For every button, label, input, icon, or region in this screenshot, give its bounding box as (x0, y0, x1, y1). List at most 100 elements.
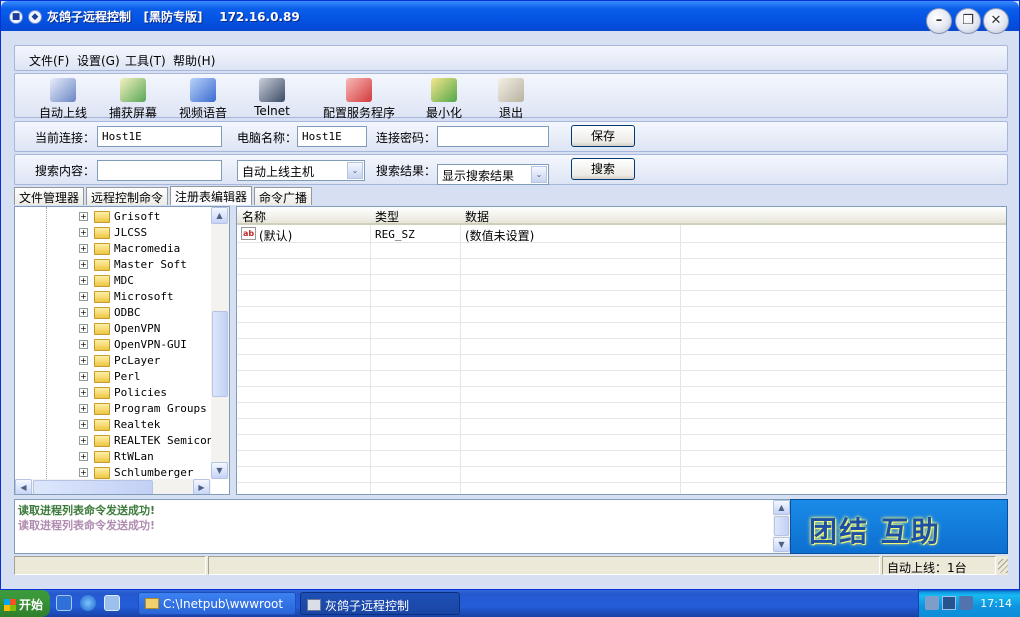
expand-icon[interactable]: + (79, 324, 88, 333)
minimize-button[interactable]: – (926, 8, 952, 34)
restore-button[interactable]: ❐ (955, 8, 981, 34)
tree-item[interactable]: + Realtek (15, 417, 215, 433)
tree-item[interactable]: + Grisoft (15, 209, 215, 225)
resize-grip-icon[interactable] (998, 559, 1008, 573)
lan-icon[interactable] (959, 596, 973, 610)
tree-item-label: Macromedia (114, 242, 181, 255)
tab-remote-commands[interactable]: 远程控制命令 (86, 187, 168, 205)
tree-hscroll-thumb[interactable] (33, 480, 153, 494)
menu-file[interactable]: 文件(F) (29, 52, 69, 69)
menu-settings[interactable]: 设置(G) (77, 52, 120, 69)
password-field[interactable] (437, 126, 549, 147)
chevron-down-icon[interactable]: ⌄ (347, 162, 363, 179)
clock[interactable]: 17:14 (980, 597, 1012, 610)
auto-online-label: 自动上线 (38, 106, 87, 120)
tree-item[interactable]: + Master Soft (15, 257, 215, 273)
tree-item[interactable]: + JLCSS (15, 225, 215, 241)
expand-icon[interactable]: + (79, 468, 88, 477)
expand-icon[interactable]: + (79, 452, 88, 461)
tree-item[interactable]: + RtWLan (15, 449, 215, 465)
tree-item[interactable]: + Microsoft (15, 289, 215, 305)
tree-horizontal-scrollbar[interactable]: ◀ ▶ (15, 479, 211, 494)
tree-item[interactable]: + Perl (15, 369, 215, 385)
column-header-type[interactable]: 类型 (370, 207, 460, 225)
expand-icon[interactable]: + (79, 420, 88, 429)
window-menu-icon[interactable]: ■ (9, 10, 23, 24)
tree-item[interactable]: + MDC (15, 273, 215, 289)
start-button[interactable]: 开始 (0, 590, 50, 617)
tree-item[interactable]: + Policies (15, 385, 215, 401)
column-divider (680, 225, 681, 494)
list-row[interactable]: ab (默认) REG_SZ (数值未设置) (237, 226, 1006, 243)
auto-online-button[interactable]: 自动上线 (35, 78, 91, 121)
host-select[interactable]: 自动上线主机 ⌄ (237, 160, 365, 181)
expand-icon[interactable]: + (79, 212, 88, 221)
expand-icon[interactable]: + (79, 388, 88, 397)
registry-values-list[interactable]: 名称 类型 数据 ab (默认) REG_SZ (数值未设置) (236, 206, 1007, 495)
title-bar[interactable]: ■ ◆ 灰鸽子远程控制 [黑防专版] 172.16.0.89 – ❐ ✕ (1, 1, 1019, 34)
expand-icon[interactable]: + (79, 356, 88, 365)
expand-icon[interactable]: + (79, 292, 88, 301)
tree-item-label: Schlumberger (114, 466, 194, 479)
search-button[interactable]: 搜索 (571, 158, 635, 180)
start-label: 开始 (19, 598, 44, 612)
search-content-field[interactable] (97, 160, 222, 181)
tree-item[interactable]: + OpenVPN-GUI (15, 337, 215, 353)
tab-registry-editor[interactable]: 注册表编辑器 (170, 186, 252, 205)
log-scroll-thumb[interactable] (774, 516, 789, 536)
tab-file-manager[interactable]: 文件管理器 (14, 187, 84, 205)
close-button[interactable]: ✕ (983, 8, 1009, 34)
tree-scroll-thumb[interactable] (212, 311, 228, 397)
expand-icon[interactable]: + (79, 404, 88, 413)
grid-line (237, 466, 1006, 467)
taskbar-item-app[interactable]: 灰鸽子远程控制 (300, 592, 460, 615)
result-select[interactable]: 显示搜索结果 ⌄ (437, 164, 549, 185)
tree-item[interactable]: + Macromedia (15, 241, 215, 257)
chevron-down-icon[interactable]: ⌄ (531, 166, 547, 183)
video-voice-button[interactable]: 视频语音 (175, 78, 231, 121)
computer-icon[interactable] (942, 596, 956, 610)
column-header-data[interactable]: 数据 (460, 207, 680, 225)
scroll-right-icon[interactable]: ▶ (193, 479, 210, 494)
expand-icon[interactable]: + (79, 372, 88, 381)
scroll-down-icon[interactable]: ▼ (211, 462, 228, 479)
telnet-button[interactable]: Telnet (247, 78, 297, 118)
folder-icon (94, 259, 110, 271)
expand-icon[interactable]: + (79, 244, 88, 253)
exit-button[interactable]: 退出 (489, 78, 533, 121)
expand-icon[interactable]: + (79, 276, 88, 285)
scroll-down-icon[interactable]: ▼ (773, 537, 790, 552)
capture-screen-button[interactable]: 捕获屏幕 (105, 78, 161, 121)
scroll-up-icon[interactable]: ▲ (211, 207, 228, 224)
expand-icon[interactable]: + (79, 260, 88, 269)
config-service-button[interactable]: 配置服务程序 (321, 78, 397, 121)
registry-tree[interactable]: + Grisoft + JLCSS + Macromedia + Master Soft + MD… (14, 206, 230, 495)
internet-explorer-icon[interactable] (80, 595, 96, 611)
menu-tools[interactable]: 工具(T) (125, 52, 166, 69)
tree-vertical-scrollbar[interactable]: ▲ ▼ (211, 207, 229, 479)
scroll-left-icon[interactable]: ◀ (15, 479, 32, 494)
tab-command-broadcast[interactable]: 命令广播 (254, 187, 312, 205)
tree-item[interactable]: + Program Groups (15, 401, 215, 417)
expand-icon[interactable]: + (79, 436, 88, 445)
tree-item[interactable]: + PcLayer (15, 353, 215, 369)
tree-item[interactable]: + ODBC (15, 305, 215, 321)
expand-icon[interactable]: + (79, 308, 88, 317)
column-header-name[interactable]: 名称 (237, 207, 370, 225)
tree-item[interactable]: + OpenVPN (15, 321, 215, 337)
media-player-icon[interactable] (104, 595, 120, 611)
app-icon[interactable]: ◆ (28, 10, 42, 24)
computer-name-field[interactable]: Host1E (297, 126, 367, 147)
show-desktop-icon[interactable] (56, 595, 72, 611)
current-connection-field[interactable]: Host1E (97, 126, 222, 147)
scroll-up-icon[interactable]: ▲ (773, 500, 790, 515)
menu-help[interactable]: 帮助(H) (173, 52, 215, 69)
save-button[interactable]: 保存 (571, 125, 635, 147)
taskbar-item-explorer[interactable]: C:\Inetpub\wwwroot (138, 592, 296, 615)
tree-item[interactable]: + REALTEK Semicond (15, 433, 220, 449)
expand-icon[interactable]: + (79, 340, 88, 349)
minimize-tool-button[interactable]: 最小化 (419, 78, 469, 121)
log-scrollbar[interactable]: ▲ ▼ (773, 500, 790, 553)
expand-icon[interactable]: + (79, 228, 88, 237)
network-icon[interactable] (925, 596, 939, 610)
